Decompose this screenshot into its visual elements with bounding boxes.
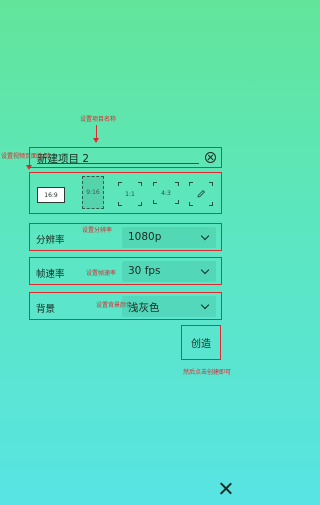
- chevron-down-icon: [200, 231, 210, 241]
- corner-mark: [209, 182, 213, 186]
- chevron-down-icon: [200, 265, 210, 275]
- annotation-arrow-name: [93, 125, 99, 143]
- framerate-dropdown[interactable]: 30 fps: [122, 261, 216, 282]
- background-label: 背景: [36, 304, 56, 315]
- chevron-down-icon: [200, 300, 210, 310]
- background-row: 背景 浅灰色: [29, 292, 222, 320]
- annotation-name: 设置项目名称: [80, 116, 117, 123]
- corner-mark: [118, 182, 122, 186]
- name-underline: [37, 163, 199, 164]
- annotation-create: 然后点击创建即可: [183, 369, 232, 376]
- corner-mark: [175, 200, 179, 204]
- create-button[interactable]: 创造: [181, 325, 221, 360]
- corner-mark: [138, 182, 142, 186]
- corner-mark: [189, 202, 193, 206]
- ratio-option-4-3[interactable]: 4:3: [153, 182, 179, 204]
- resolution-dropdown[interactable]: 1080p: [122, 227, 216, 248]
- corner-mark: [189, 182, 193, 186]
- corner-mark: [175, 182, 179, 186]
- background-value: 浅灰色: [128, 302, 160, 314]
- ratio-option-16-9[interactable]: 16:9: [37, 187, 65, 203]
- ratio-label-1-1: 1:1: [125, 190, 135, 198]
- corner-mark: [138, 202, 142, 206]
- corner-mark: [153, 200, 157, 204]
- project-name-field[interactable]: 新建项目 2: [29, 147, 222, 168]
- resolution-label: 分辨率: [36, 235, 65, 246]
- ratio-option-1-1[interactable]: 1:1: [118, 182, 142, 206]
- clear-icon[interactable]: [205, 152, 216, 163]
- pencil-icon: [197, 189, 206, 198]
- framerate-label: 帧速率: [36, 269, 65, 280]
- create-label: 创造: [191, 339, 211, 350]
- framerate-row: 帧速率 30 fps: [29, 257, 222, 285]
- aspect-ratio-selector: 16:9 9:16 1:1 4:3: [29, 172, 222, 214]
- corner-mark: [153, 182, 157, 186]
- corner-mark: [209, 202, 213, 206]
- resolution-row: 分辨率 1080p: [29, 223, 222, 251]
- framerate-value: 30 fps: [128, 265, 161, 277]
- resolution-value: 1080p: [128, 231, 162, 243]
- ratio-option-9-16[interactable]: 9:16: [82, 176, 104, 209]
- corner-mark: [118, 202, 122, 206]
- background-dropdown[interactable]: 浅灰色: [122, 296, 216, 317]
- close-icon[interactable]: [219, 482, 232, 495]
- custom-ratio-button[interactable]: [189, 182, 213, 206]
- ratio-label-4-3: 4:3: [161, 189, 171, 197]
